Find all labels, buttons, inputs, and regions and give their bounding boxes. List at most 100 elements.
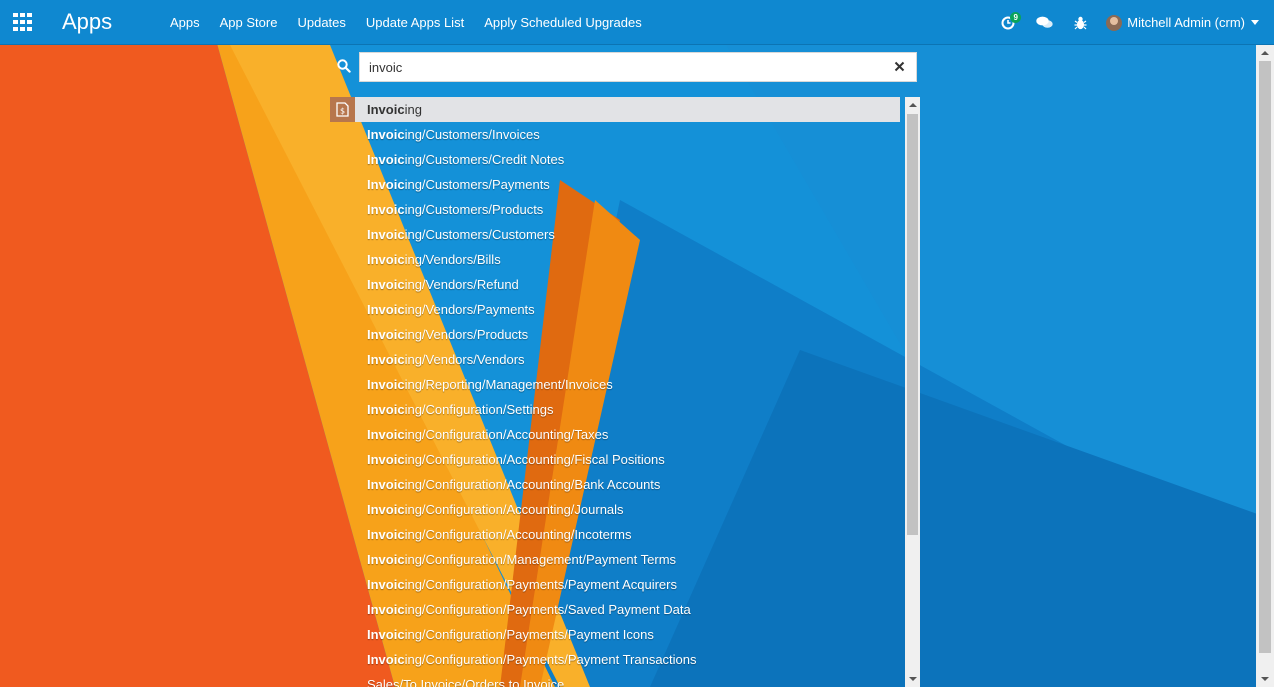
result-item-match: Invoic (367, 127, 405, 142)
app-title: Apps (62, 9, 113, 34)
menu-apps[interactable]: Apps (160, 0, 210, 45)
result-item-rest: ing/Customers/Products (404, 202, 544, 217)
result-item-rest: ing/Vendors/Bills (404, 252, 501, 267)
page-scroll-up-arrow-icon[interactable] (1261, 51, 1269, 55)
result-item-match: Invoic (367, 477, 405, 492)
result-item[interactable]: Invoicing/Configuration/Settings (330, 397, 900, 422)
result-item[interactable]: Invoicing/Configuration/Accounting/Fisca… (330, 447, 900, 472)
result-item-rest: ing/Vendors/Payments (404, 302, 535, 317)
result-item-match: Invoic (367, 277, 405, 292)
result-item-match: Invoic (367, 202, 405, 217)
menu-app-store[interactable]: App Store (210, 0, 288, 45)
result-item-match: Invoic (367, 377, 405, 392)
search-field (359, 52, 917, 82)
messages-button[interactable] (1026, 0, 1062, 45)
page-scroll-down-arrow-icon[interactable] (1261, 677, 1269, 681)
result-item-match: Invoic (367, 602, 405, 617)
result-item[interactable]: Invoicing/Configuration/Accounting/Journ… (330, 497, 900, 522)
result-item[interactable]: Invoicing/Vendors/Refund (330, 272, 900, 297)
page-scrollbar-thumb[interactable] (1259, 61, 1271, 653)
systray: 9 Mitchell Admin (crm) (990, 0, 1274, 45)
result-item[interactable]: Invoicing/Vendors/Bills (330, 247, 900, 272)
result-item[interactable]: Invoicing/Vendors/Products (330, 322, 900, 347)
result-item[interactable]: Invoicing/Configuration/Payments/Payment… (330, 622, 900, 647)
menu-update-apps-list[interactable]: Update Apps List (356, 0, 474, 45)
result-item[interactable]: Invoicing/Customers/Products (330, 197, 900, 222)
result-item-rest: ing/Configuration/Payments/Payment Icons (404, 627, 654, 642)
result-item-match: Invoic (367, 427, 405, 442)
result-item[interactable]: Invoicing/Customers/Credit Notes (330, 147, 900, 172)
user-menu[interactable]: Mitchell Admin (crm) (1098, 0, 1274, 45)
menu-updates[interactable]: Updates (287, 0, 355, 45)
result-item-match: Invoic (367, 302, 405, 317)
result-item-rest: ing/Configuration/Accounting/Bank Accoun… (404, 477, 661, 492)
result-item[interactable]: Invoicing/Configuration/Payments/Payment… (330, 572, 900, 597)
result-item-rest: ing/Configuration/Payments/Payment Acqui… (404, 577, 677, 592)
result-item-match: Invoic (367, 552, 405, 567)
result-item-rest: ing/Configuration/Accounting/Incoterms (404, 527, 632, 542)
result-item-rest: ing/Vendors/Refund (404, 277, 519, 292)
result-item[interactable]: Invoicing/Configuration/Payments/Payment… (330, 647, 900, 672)
result-item[interactable]: Invoicing/Configuration/Accounting/Incot… (330, 522, 900, 547)
result-item[interactable]: Invoicing/Configuration/Accounting/Taxes (330, 422, 900, 447)
result-item[interactable]: Invoicing/Vendors/Vendors (330, 347, 900, 372)
result-item[interactable]: Invoicing/Vendors/Payments (330, 297, 900, 322)
result-item[interactable]: Invoicing/Customers/Customers (330, 222, 900, 247)
result-item-rest: ing/Customers/Payments (404, 177, 550, 192)
result-item[interactable]: Invoicing/Customers/Invoices (330, 122, 900, 147)
result-item-rest: ing/Configuration/Settings (404, 402, 554, 417)
result-item-rest: Sales/To Invoice/Orders to Invoice (367, 677, 565, 687)
result-item-rest: ing/Configuration/Payments/Payment Trans… (404, 652, 697, 667)
result-app-invoicing[interactable]: $ Invoicing (330, 97, 900, 122)
menu-apply-scheduled-upgrades[interactable]: Apply Scheduled Upgrades (474, 0, 652, 45)
scroll-down-arrow-icon[interactable] (908, 677, 917, 681)
invoice-icon: $ (330, 97, 355, 122)
avatar (1106, 14, 1123, 31)
result-item-rest: ing/Configuration/Payments/Saved Payment… (404, 602, 691, 617)
result-item-match: Invoic (367, 152, 405, 167)
result-item-rest: ing/Customers/Customers (404, 227, 555, 242)
result-item-match: Invoic (367, 577, 405, 592)
result-item[interactable]: Sales/To Invoice/Orders to Invoice (330, 672, 900, 687)
result-item-match: Invoic (367, 502, 405, 517)
result-item-rest: ing/Configuration/Accounting/Taxes (404, 427, 609, 442)
result-item-rest: ing/Customers/Invoices (404, 127, 540, 142)
search-input[interactable] (360, 53, 880, 81)
result-item-match: Invoic (367, 652, 405, 667)
result-item[interactable]: Invoicing/Configuration/Accounting/Bank … (330, 472, 900, 497)
grid-icon[interactable] (13, 13, 33, 31)
result-item-match: Invoic (367, 252, 405, 267)
page-scrollbar[interactable] (1256, 45, 1274, 687)
result-item[interactable]: Invoicing/Configuration/Management/Payme… (330, 547, 900, 572)
bug-icon (1074, 16, 1087, 29)
svg-text:$: $ (340, 107, 345, 116)
result-item-match: Invoic (367, 227, 405, 242)
result-item-rest: ing/Configuration/Management/Payment Ter… (404, 552, 677, 567)
scroll-up-arrow-icon[interactable] (908, 103, 917, 107)
results-scrollbar[interactable] (905, 97, 920, 687)
result-item-match: Invoic (367, 327, 405, 342)
results-scrollbar-thumb[interactable] (907, 114, 918, 535)
result-item[interactable]: Invoicing/Reporting/Management/Invoices (330, 372, 900, 397)
result-item-rest: ing/Configuration/Accounting/Journals (404, 502, 624, 517)
result-item[interactable]: Invoicing/Customers/Payments (330, 172, 900, 197)
result-item-match: Invoic (367, 452, 405, 467)
caret-down-icon (1251, 20, 1259, 25)
user-name: Mitchell Admin (crm) (1127, 15, 1245, 30)
result-item-rest: ing/Reporting/Management/Invoices (404, 377, 613, 392)
result-item-rest: ing/Vendors/Products (404, 327, 529, 342)
result-item-match: Invoic (367, 177, 405, 192)
result-item-match: Invoic (367, 527, 405, 542)
search-results: $ Invoicing Invoicing/Customers/Invoices… (330, 97, 905, 687)
activity-count-badge: 9 (1010, 12, 1022, 23)
main-menu: Apps App Store Updates Update Apps List … (160, 0, 652, 45)
menu-results-list: Invoicing/Customers/Invoices Invoicing/Cu… (330, 122, 900, 687)
result-item[interactable]: Invoicing/Configuration/Payments/Saved P… (330, 597, 900, 622)
top-navbar: Apps Apps App Store Updates Update Apps … (0, 0, 1274, 45)
debug-button[interactable] (1062, 0, 1098, 45)
search-icon (337, 59, 351, 73)
chat-icon (1036, 16, 1053, 28)
close-icon[interactable] (893, 60, 906, 73)
activity-button[interactable]: 9 (990, 0, 1026, 45)
result-item-rest: ing/Vendors/Vendors (404, 352, 525, 367)
